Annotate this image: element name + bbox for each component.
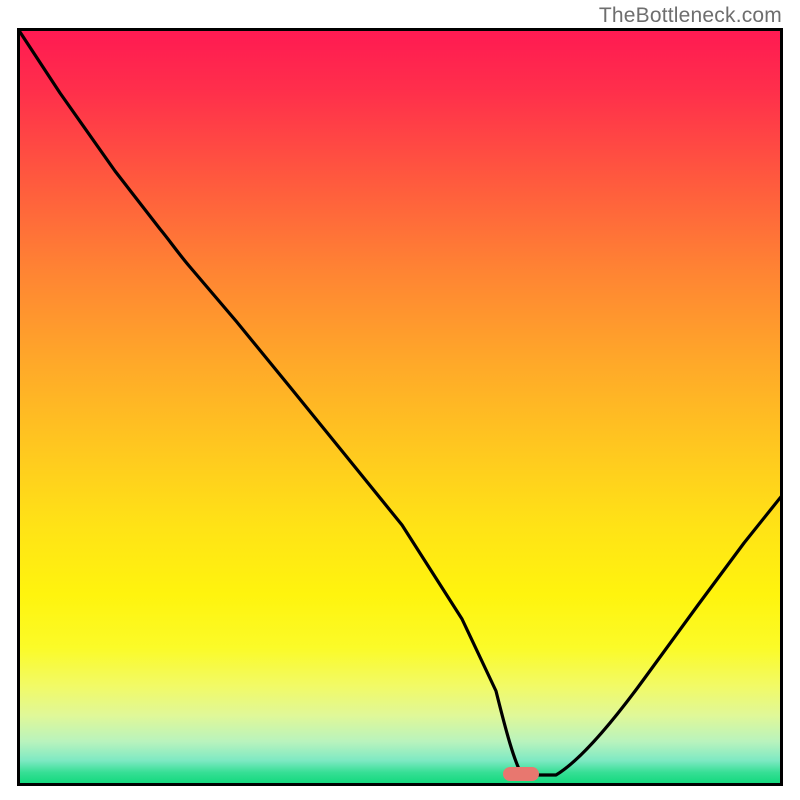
curve-path [20,31,780,775]
watermark-text: TheBottleneck.com [599,4,782,28]
optimum-marker [503,767,539,781]
chart-curve [20,31,780,783]
chart-frame [17,28,783,786]
